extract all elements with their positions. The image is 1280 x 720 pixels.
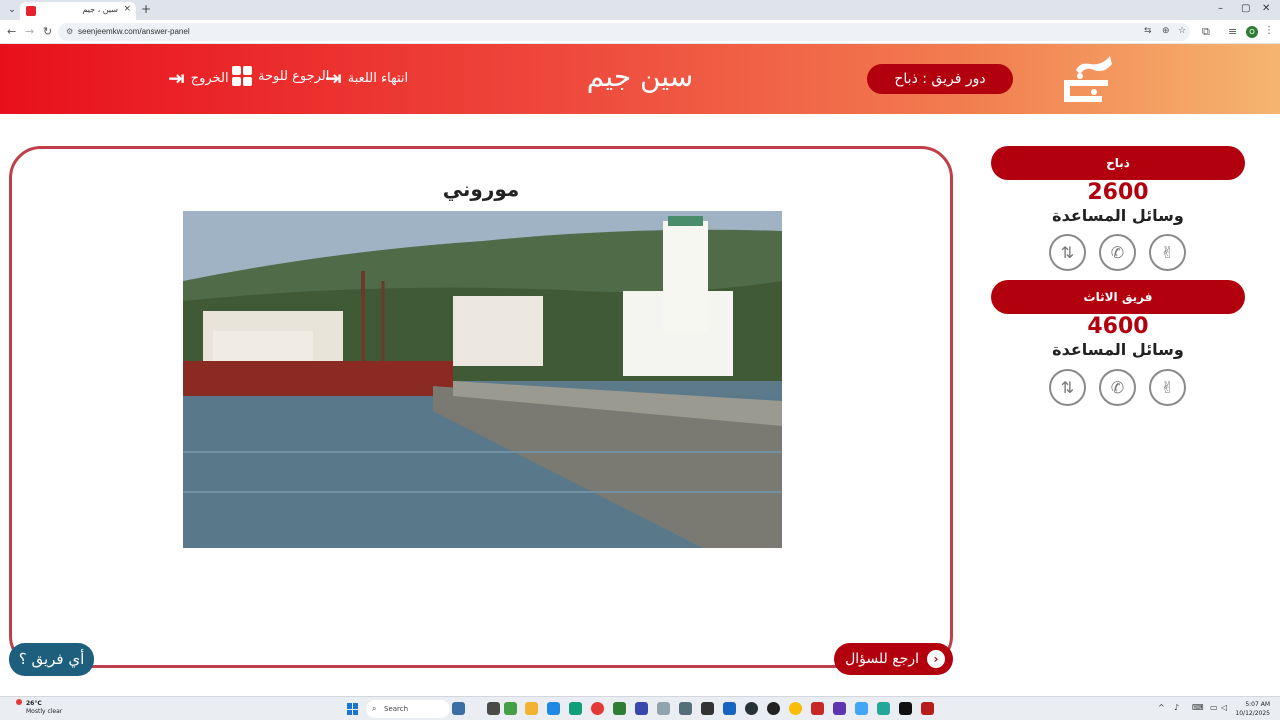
browser-tab[interactable]: سين ، جيم × (20, 2, 136, 20)
site-info-icon[interactable]: ⚙ (66, 27, 73, 36)
extensions-icon[interactable]: ⧉ (1202, 25, 1210, 39)
taskbar-app-icon[interactable] (504, 702, 517, 715)
taskbar-app-icon[interactable] (635, 702, 648, 715)
taskbar-clock[interactable]: 5:07 AM 10/12/2025 (1234, 700, 1270, 718)
minimize-button[interactable]: – (1218, 3, 1223, 14)
board-grid-icon (232, 66, 252, 86)
taskbar-app-icon[interactable] (767, 702, 780, 715)
taskbar-app-icon[interactable] (569, 702, 582, 715)
address-bar-row: ← → ↻ ⚙ seenjeemkw.com/answer-panel ⇆ ⊕ … (0, 20, 1280, 44)
answer-card: موروني (9, 146, 953, 668)
url-text[interactable]: seenjeemkw.com/answer-panel (78, 27, 190, 36)
team-name-pill: فريق الاثاث (991, 280, 1245, 314)
start-icon[interactable] (347, 703, 359, 715)
omnibox[interactable]: ⚙ seenjeemkw.com/answer-panel ⇆ ⊕ ☆ (58, 23, 1190, 41)
taskbar-app-icon[interactable] (723, 702, 736, 715)
hand-icon[interactable]: ✌ (1149, 234, 1186, 271)
back-arrow-icon[interactable]: ← (7, 25, 16, 38)
team-score: 4600 (1087, 314, 1149, 339)
taskbar-app-icon[interactable] (855, 702, 868, 715)
team-score: 2600 (1087, 180, 1149, 205)
chevron-left-icon: ‹ (927, 650, 945, 668)
new-tab-button[interactable]: + (141, 2, 151, 16)
tray-chevron-icon[interactable]: ^ (1158, 703, 1165, 712)
clock-date: 10/12/2025 (1235, 710, 1270, 717)
which-team-button[interactable]: أي فريق ؟ (9, 643, 94, 676)
volume-icon[interactable]: ◁ (1221, 703, 1227, 712)
taskbar-app-icon[interactable] (657, 702, 670, 715)
reload-icon[interactable]: ↻ (43, 25, 52, 38)
taskbar-app-icon[interactable] (591, 702, 604, 715)
page-title: سين جيم (586, 60, 694, 93)
harbor-photo (183, 211, 782, 548)
clock-time: 5:07 AM (1245, 701, 1270, 708)
aids-label: وسائل المساعدة (1052, 206, 1184, 225)
taskbar-app-icon[interactable] (921, 702, 934, 715)
taskbar-app-icon[interactable] (547, 702, 560, 715)
taskbar-app-icon[interactable] (745, 702, 758, 715)
brand-logo (1050, 50, 1122, 108)
tab-search-chevron-icon[interactable]: ⌄ (5, 3, 19, 17)
taskbar-app-icon[interactable] (701, 702, 714, 715)
hand-icon[interactable]: ✌ (1149, 369, 1186, 406)
back-to-board-label: الرجوع للوحة (258, 68, 330, 84)
bookmark-star-icon[interactable]: ☆ (1178, 26, 1186, 36)
answer-photo (183, 211, 782, 548)
translate-icon[interactable]: ⇆ (1144, 26, 1152, 36)
end-game-link[interactable]: انتهاء اللعبة ⇥ (325, 66, 408, 90)
taskbar-app-icon[interactable] (679, 702, 692, 715)
current-turn-badge: دور فريق : ذباح (867, 64, 1013, 94)
app-header: الخروج ⇥ الرجوع للوحة انتهاء اللعبة ⇥ سي… (0, 44, 1280, 114)
chrome-taskbar-icon[interactable] (789, 702, 802, 715)
weather-alert-icon (16, 699, 22, 705)
exit-link[interactable]: الخروج ⇥ (168, 66, 229, 90)
taskbar-app-icon[interactable] (452, 702, 465, 715)
taskbar-app-icon[interactable] (899, 702, 912, 715)
phone-icon[interactable]: ✆ (1099, 369, 1136, 406)
browser-menu-icon[interactable]: ⋮ (1264, 25, 1274, 36)
exit-label: الخروج (190, 70, 229, 86)
weather-temperature: 26°C (26, 700, 42, 707)
taskbar-search-label: Search (384, 705, 409, 713)
network-icon[interactable]: ▭ (1210, 703, 1218, 712)
back-to-board-link[interactable]: الرجوع للوحة (232, 66, 329, 86)
maximize-button[interactable]: ▢ (1241, 3, 1250, 14)
phone-icon[interactable]: ✆ (1099, 234, 1136, 271)
weather-widget[interactable]: 26°C Mostly clear (26, 700, 62, 716)
taskbar-app-icon[interactable] (877, 702, 890, 715)
site-favicon-icon (26, 6, 36, 16)
two-answers-icon[interactable]: ⇅ (1049, 369, 1086, 406)
two-answers-icon[interactable]: ⇅ (1049, 234, 1086, 271)
tab-title: سين ، جيم (82, 5, 118, 14)
team-name-pill: ذباح (991, 146, 1245, 180)
taskbar-search[interactable]: ⌕ Search (366, 700, 450, 718)
taskbar-app-icon[interactable] (613, 702, 626, 715)
search-icon: ⌕ (372, 704, 377, 713)
back-to-question-label: ارجع للسؤال (845, 651, 919, 667)
taskbar-app-icon[interactable] (811, 702, 824, 715)
window-close-button[interactable]: ✕ (1262, 3, 1270, 14)
media-icon[interactable]: ≡ (1228, 25, 1237, 38)
profile-avatar[interactable]: O (1246, 26, 1258, 38)
weather-condition: Mostly clear (26, 708, 63, 715)
tab-close-icon[interactable]: × (123, 4, 131, 14)
os-taskbar: 26°C Mostly clear ⌕ Search ^ ♪ ⌨ ▭ ◁ 5:0… (0, 696, 1280, 720)
zoom-icon[interactable]: ⊕ (1162, 26, 1170, 36)
exit-door-icon: ⇥ (168, 66, 185, 90)
taskbar-app-icon[interactable] (487, 702, 500, 715)
aids-label: وسائل المساعدة (1052, 340, 1184, 359)
taskbar-app-icon[interactable] (833, 702, 846, 715)
end-arrow-icon: ⇥ (325, 66, 342, 90)
brand-logo-mark (1064, 56, 1112, 102)
forward-arrow-icon[interactable]: → (25, 25, 34, 38)
browser-tabstrip: ⌄ سين ، جيم × + – ▢ ✕ (0, 0, 1280, 20)
taskbar-app-icon[interactable] (525, 702, 538, 715)
end-game-label: انتهاء اللعبة (347, 70, 409, 86)
back-to-question-button[interactable]: ‹ ارجع للسؤال (834, 643, 953, 675)
microphone-icon[interactable]: ♪ (1174, 703, 1179, 712)
keyboard-icon[interactable]: ⌨ (1192, 703, 1204, 712)
answer-title: موروني (442, 177, 520, 201)
